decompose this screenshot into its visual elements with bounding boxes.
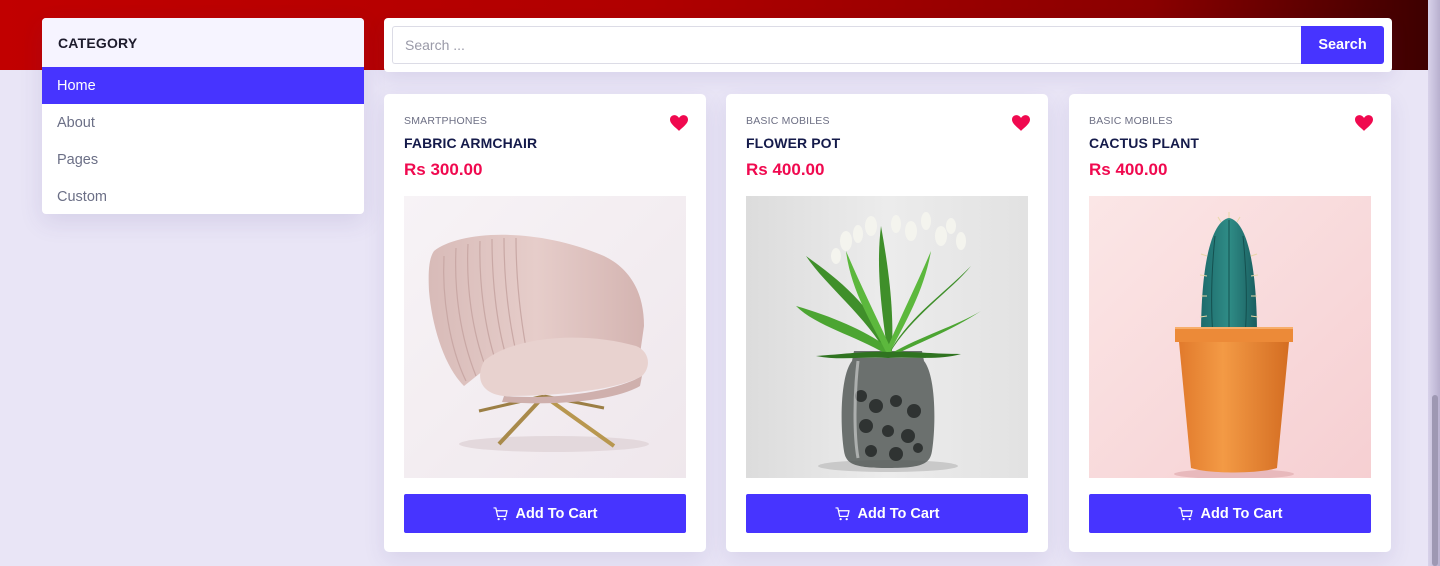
product-price: Rs 400.00 <box>746 160 825 179</box>
search-input[interactable] <box>392 26 1302 64</box>
product-category: SMARTPHONES <box>404 115 488 127</box>
product-category: BASIC MOBILES <box>1089 115 1173 127</box>
sidebar-header: CATEGORY <box>42 18 364 67</box>
heart-icon[interactable] <box>1012 115 1030 131</box>
product-image-armchair[interactable] <box>404 196 686 478</box>
add-to-cart-button[interactable]: Add To Cart <box>746 494 1028 533</box>
product-title: FABRIC ARMCHAIR <box>404 135 538 151</box>
add-to-cart-button[interactable]: Add To Cart <box>404 494 686 533</box>
cart-icon <box>835 506 850 520</box>
search-button[interactable]: Search <box>1301 26 1384 64</box>
product-price: Rs 300.00 <box>404 160 483 179</box>
sidebar-item-about[interactable]: About <box>42 104 364 141</box>
category-sidebar: CATEGORY Home About Pages Custom <box>42 18 364 214</box>
scrollbar-thumb[interactable] <box>1432 395 1438 566</box>
heart-icon[interactable] <box>670 115 688 131</box>
add-to-cart-label: Add To Cart <box>1200 505 1283 522</box>
sidebar-item-custom[interactable]: Custom <box>42 178 364 214</box>
cart-icon <box>1178 506 1193 520</box>
scrollbar[interactable] <box>1428 0 1440 566</box>
add-to-cart-label: Add To Cart <box>857 505 940 522</box>
sidebar-item-pages[interactable]: Pages <box>42 141 364 178</box>
product-image-cactus[interactable] <box>1089 196 1371 478</box>
search-bar: Search <box>384 18 1392 72</box>
add-to-cart-label: Add To Cart <box>515 505 598 522</box>
add-to-cart-button[interactable]: Add To Cart <box>1089 494 1371 533</box>
product-title: CACTUS PLANT <box>1089 135 1200 151</box>
product-title: FLOWER POT <box>746 135 841 151</box>
product-card: BASIC MOBILES CACTUS PLANT Rs 400.00 Add… <box>1069 94 1391 552</box>
product-card: BASIC MOBILES FLOWER POT Rs 400.00 Add T… <box>726 94 1048 552</box>
product-category: BASIC MOBILES <box>746 115 830 127</box>
product-price: Rs 400.00 <box>1089 160 1168 179</box>
product-image-flower-pot[interactable] <box>746 196 1028 478</box>
product-card: SMARTPHONES FABRIC ARMCHAIR Rs 300.00 Ad… <box>384 94 706 552</box>
sidebar-item-home[interactable]: Home <box>42 67 364 104</box>
cart-icon <box>493 506 508 520</box>
heart-icon[interactable] <box>1355 115 1373 131</box>
